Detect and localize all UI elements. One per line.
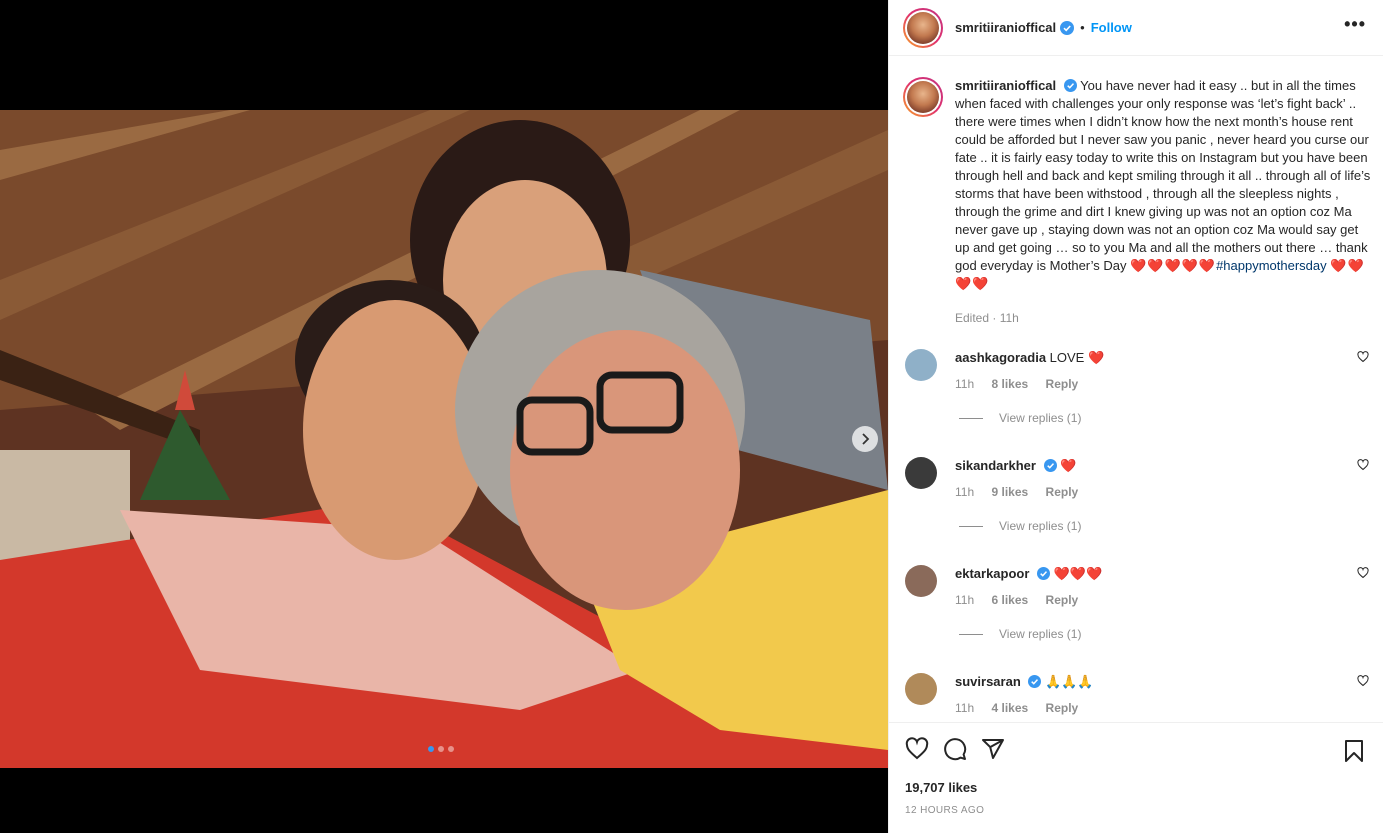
view-replies-label: View replies (1) [999,519,1082,533]
caption-edited-time: Edited · 11h [955,311,1019,325]
comment-likes[interactable]: 4 likes [991,701,1028,715]
post-caption: smritiiranioffical You have never had it… [903,77,1373,293]
comment-text: LOVE ❤️ [1049,350,1105,365]
comment-reply-button[interactable]: Reply [1046,377,1079,391]
comment-line: aashkagoradia LOVE ❤️ [955,349,1104,367]
comment-heart-icon[interactable] [1357,351,1369,363]
verified-icon [1060,20,1075,35]
caption-hashtag[interactable]: #happymothersday [1216,258,1327,273]
comment-heart-icon[interactable] [1357,459,1369,471]
post-footer: 19,707 likes 12 HOURS AGO [889,722,1383,833]
view-replies-button[interactable]: View replies (1) [959,627,1081,641]
photo-illustration [0,110,888,768]
comment-meta: 11h 6 likes Reply [955,593,1092,607]
comment-text: 🙏🙏🙏 [1045,674,1094,689]
comment-reply-button[interactable]: Reply [1046,593,1079,607]
verified-icon [1028,675,1042,688]
comment-reply-button[interactable]: Reply [1046,485,1079,499]
comment-meta: 11h 8 likes Reply [955,377,1092,391]
comment-avatar[interactable] [905,565,937,597]
comment-avatar[interactable] [905,349,937,381]
post-timestamp: 12 HOURS AGO [905,805,985,816]
verified-icon [1037,567,1051,580]
verified-icon [1043,459,1057,472]
verified-icon [1063,79,1077,92]
comment-text: ❤️ [1060,458,1077,473]
comment-text: ❤️❤️❤️ [1053,566,1103,581]
action-bar [905,737,1005,761]
likes-count[interactable]: 19,707 likes [905,780,977,795]
carousel-dot [448,746,454,752]
caption-username[interactable]: smritiiranioffical [955,78,1056,93]
post-detail-panel: smritiiranioffical • Follow ••• smritiir… [888,0,1383,833]
share-icon[interactable] [981,737,1005,761]
comment-time: 11h [955,485,975,499]
comment-line: suvirsaran 🙏🙏🙏 [955,673,1094,691]
carousel-next-button[interactable] [852,426,878,452]
comment-username[interactable]: sikandarkher [955,458,1036,473]
comment-meta: 11h 4 likes Reply [955,701,1092,715]
caption-text-block: smritiiranioffical You have never had it… [955,77,1373,293]
comments-scroll-area[interactable]: smritiiranioffical You have never had it… [889,57,1383,722]
bookmark-icon[interactable] [1344,739,1364,763]
author-avatar[interactable] [903,7,943,48]
more-options-icon[interactable]: ••• [1344,14,1366,35]
comment-meta: 11h 9 likes Reply [955,485,1092,499]
comment-reply-button[interactable]: Reply [1046,701,1079,715]
view-replies-button[interactable]: View replies (1) [959,519,1081,533]
comment-likes[interactable]: 6 likes [991,593,1028,607]
post-media [0,0,888,833]
carousel-dot [438,746,444,752]
post-header: smritiiranioffical • Follow ••• [889,0,1383,56]
comment-time: 11h [955,701,975,715]
comment-time: 11h [955,377,975,391]
view-replies-label: View replies (1) [999,627,1082,641]
comment-line: ektarkapoor ❤️❤️❤️ [955,565,1102,583]
comment-username[interactable]: aashkagoradia [955,350,1046,365]
caption-hearts: ❤️❤️❤️❤️❤️ [1130,258,1217,273]
comment-heart-icon[interactable] [1357,675,1369,687]
post-photo[interactable] [0,110,888,768]
carousel-indicator [428,746,454,752]
comment-likes[interactable]: 9 likes [991,485,1028,499]
comment-time: 11h [955,593,975,607]
view-replies-label: View replies (1) [999,411,1082,425]
caption-avatar[interactable] [903,77,943,117]
comment-avatar[interactable] [905,673,937,705]
carousel-dot-active [428,746,434,752]
comment-icon[interactable] [943,737,967,761]
comment-avatar[interactable] [905,457,937,489]
chevron-right-icon [862,433,870,445]
comment-line: sikandarkher ❤️ [955,457,1076,475]
header-separator: • [1080,20,1085,35]
comment-username[interactable]: suvirsaran [955,674,1021,689]
view-replies-button[interactable]: View replies (1) [959,411,1081,425]
comment-username[interactable]: ektarkapoor [955,566,1029,581]
comment-likes[interactable]: 8 likes [991,377,1028,391]
caption-body: You have never had it easy .. but in all… [955,78,1371,273]
follow-button[interactable]: Follow [1091,20,1132,35]
heart-icon[interactable] [905,737,929,761]
author-username[interactable]: smritiiranioffical [955,20,1056,35]
comment-heart-icon[interactable] [1357,567,1369,579]
